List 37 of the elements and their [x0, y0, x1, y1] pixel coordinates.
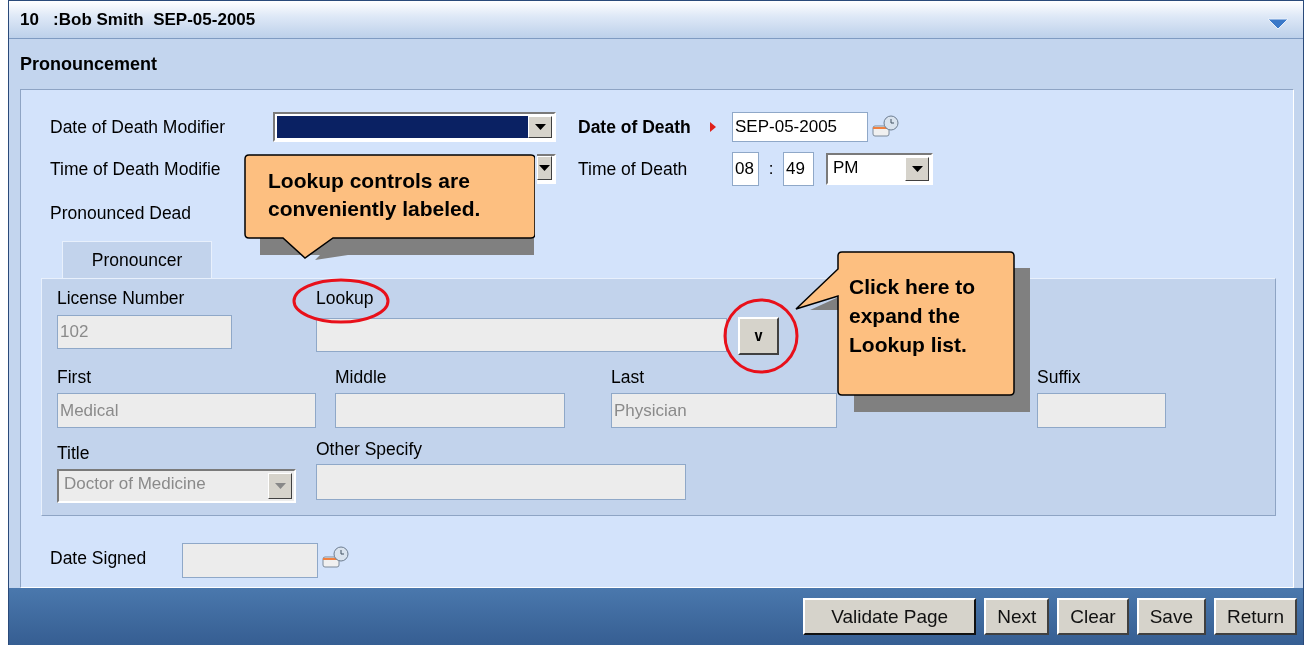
action-button[interactable]: Return: [1213, 598, 1297, 635]
field-label: Suffix: [1037, 366, 1082, 388]
action-button[interactable]: Save: [1136, 598, 1206, 635]
callout-text: Lookup controls are conveniently labeled.: [268, 168, 482, 222]
modifier-dropdown[interactable]: [537, 154, 556, 184]
calendar-icon[interactable]: [871, 114, 901, 140]
time-separator: :: [767, 159, 775, 179]
field-label: License Number: [57, 287, 186, 309]
field-label: Title: [57, 442, 91, 464]
action-button[interactable]: Validate Page: [803, 598, 977, 635]
field-label: Other Specify: [316, 438, 424, 460]
collapse-icon[interactable]: [1267, 17, 1289, 30]
dropdown-arrow-icon[interactable]: [534, 124, 546, 130]
section-title: Pronouncement: [20, 53, 157, 75]
callout-text: Click here to expand the Lookup list.: [849, 274, 977, 358]
field-label: Date of Death Modifier: [50, 116, 227, 138]
meridiem-dropdown[interactable]: PM: [826, 153, 933, 185]
field-label: Time of Death: [578, 158, 689, 180]
field-label: Time of Death Modifie: [50, 158, 222, 180]
window-title: 10 :Bob Smith SEP-05-2005: [20, 9, 256, 30]
field-label: Middle: [335, 366, 388, 388]
dropdown-arrow-icon[interactable]: [539, 165, 550, 171]
calendar-icon[interactable]: [321, 545, 351, 571]
dropdown-arrow-icon[interactable]: [911, 166, 923, 172]
field-label: Pronounced Dead: [50, 202, 193, 224]
hour-field[interactable]: 08: [732, 152, 759, 186]
modifier-dropdown[interactable]: [273, 112, 556, 142]
minute-field[interactable]: 49: [783, 152, 814, 186]
field-label: Date Signed: [50, 547, 148, 569]
field-label: Last: [611, 366, 646, 388]
field-label: Date of Death: [578, 116, 692, 138]
date-field[interactable]: SEP-05-2005: [732, 112, 868, 142]
field-label: Lookup: [316, 287, 375, 309]
field-label: First: [57, 366, 93, 388]
action-button[interactable]: Clear: [1057, 598, 1129, 635]
action-button[interactable]: Next: [984, 598, 1050, 635]
tab[interactable]: Pronouncer: [62, 241, 212, 278]
